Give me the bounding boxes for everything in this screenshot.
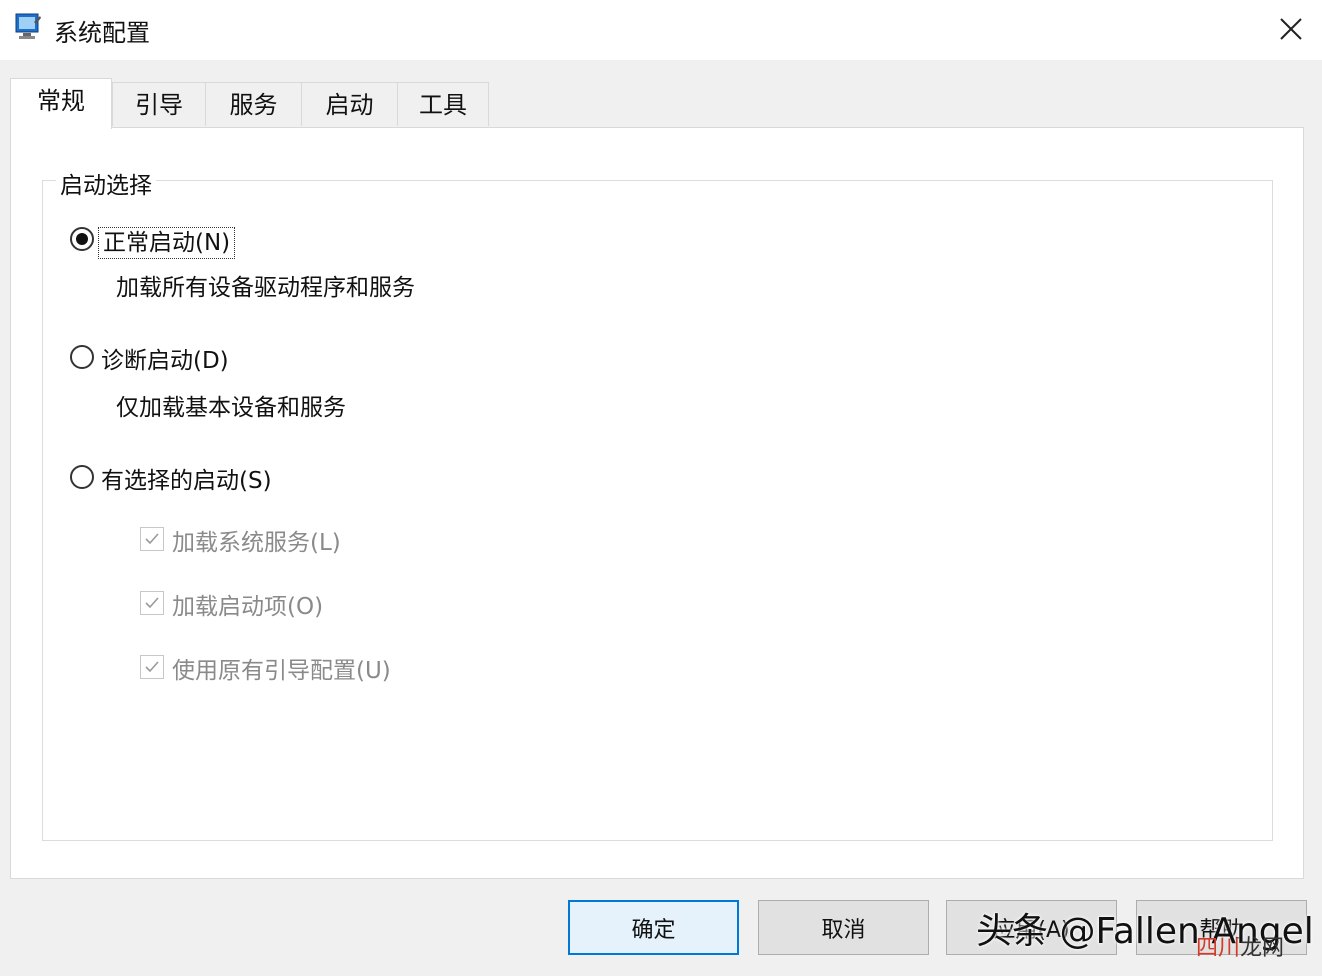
title-bar: 系统配置 (0, 0, 1322, 60)
radio-diagnostic-startup[interactable] (70, 345, 94, 369)
window-title: 系统配置 (54, 19, 150, 47)
checkbox-load-system-services[interactable] (140, 527, 164, 551)
checkbox-label-load-startup-items[interactable]: 加载启动项(O) (172, 587, 323, 621)
checkmark-icon (145, 533, 159, 545)
ok-button[interactable]: 确定 (568, 900, 739, 955)
checkmark-icon (145, 661, 159, 673)
watermark-site-b: 龙网 (1240, 936, 1285, 961)
watermark-site-a: 四川 (1196, 936, 1241, 961)
tab-boot[interactable]: 引导 (112, 82, 206, 126)
radio-label-diagnostic[interactable]: 诊断启动(D) (101, 341, 229, 375)
close-button[interactable] (1264, 4, 1318, 54)
normal-startup-description: 加载所有设备驱动程序和服务 (116, 275, 415, 301)
radio-selective-startup[interactable] (70, 465, 94, 489)
system-config-icon (15, 13, 41, 39)
group-label: 启动选择 (56, 166, 156, 200)
cancel-button[interactable]: 取消 (758, 900, 929, 955)
tab-startup[interactable]: 启动 (301, 82, 398, 126)
checkbox-use-original-boot-config[interactable] (140, 655, 164, 679)
checkbox-label-load-system-services[interactable]: 加载系统服务(L) (172, 523, 341, 557)
diagnostic-startup-description: 仅加载基本设备和服务 (116, 395, 346, 421)
tab-services[interactable]: 服务 (205, 82, 302, 126)
radio-label-normal[interactable]: 正常启动(N) (97, 223, 236, 259)
checkmark-icon (145, 597, 159, 609)
close-icon (1280, 18, 1302, 40)
watermark-site: 四川龙网 (1196, 930, 1284, 962)
tab-tools[interactable]: 工具 (397, 82, 489, 126)
tab-general[interactable]: 常规 (10, 78, 112, 129)
checkbox-load-startup-items[interactable] (140, 591, 164, 615)
checkbox-label-use-original-boot-config[interactable]: 使用原有引导配置(U) (172, 651, 391, 685)
radio-normal-startup[interactable] (70, 227, 94, 251)
radio-label-selective[interactable]: 有选择的启动(S) (101, 461, 272, 495)
